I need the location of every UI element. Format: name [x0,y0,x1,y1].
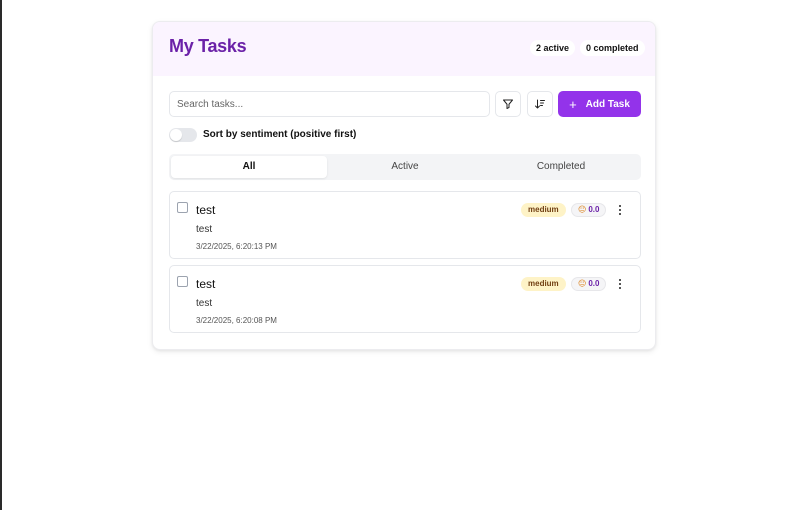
task-date: 3/22/2025, 6:20:08 PM [196,316,277,325]
card-header: My Tasks 2 active 0 completed [153,22,655,76]
tab-active[interactable]: Active [327,156,483,178]
sentiment-badge: 😐 0.0 [571,203,607,217]
task-title: test [196,277,216,291]
sentiment-score: 0.0 [588,205,600,214]
filter-button[interactable] [495,91,521,117]
page-title: My Tasks [169,36,247,56]
sort-button[interactable] [527,91,553,117]
task-item: test test 3/22/2025, 6:20:08 PM medium 😐… [169,265,641,333]
neutral-face-icon: 😐 [578,205,587,214]
priority-badge: medium [521,203,566,217]
add-task-label: Add Task [585,98,630,110]
filter-tabs: All Active Completed [169,154,641,180]
add-task-button[interactable]: + Add Task [558,91,641,117]
sort-icon [535,99,545,109]
window-edge [0,0,2,510]
sentiment-sort-label: Sort by sentiment (positive first) [203,129,357,140]
task-item: test test 3/22/2025, 6:20:13 PM medium 😐… [169,191,641,259]
task-checkbox[interactable] [177,276,188,287]
task-description: test [196,224,213,235]
tasks-card: My Tasks 2 active 0 completed + Add Task… [152,21,656,350]
task-menu-button[interactable] [614,277,626,291]
sentiment-sort-toggle[interactable] [169,128,197,142]
plus-icon: + [569,96,577,112]
completed-count-badge: 0 completed [580,40,645,56]
sentiment-score: 0.0 [588,279,600,288]
task-checkbox[interactable] [177,202,188,213]
filter-icon [503,99,513,109]
tab-all[interactable]: All [171,156,327,178]
task-description: test [196,298,213,309]
neutral-face-icon: 😐 [578,279,587,288]
search-input[interactable] [169,91,490,117]
more-vertical-icon [619,205,621,207]
more-vertical-icon [619,279,621,281]
sentiment-badge: 😐 0.0 [571,277,607,291]
task-title: test [196,203,216,217]
priority-badge: medium [521,277,566,291]
active-count-badge: 2 active [530,40,576,56]
tab-completed[interactable]: Completed [483,156,639,178]
task-date: 3/22/2025, 6:20:13 PM [196,242,277,251]
task-menu-button[interactable] [614,203,626,217]
toggle-knob [170,129,182,141]
